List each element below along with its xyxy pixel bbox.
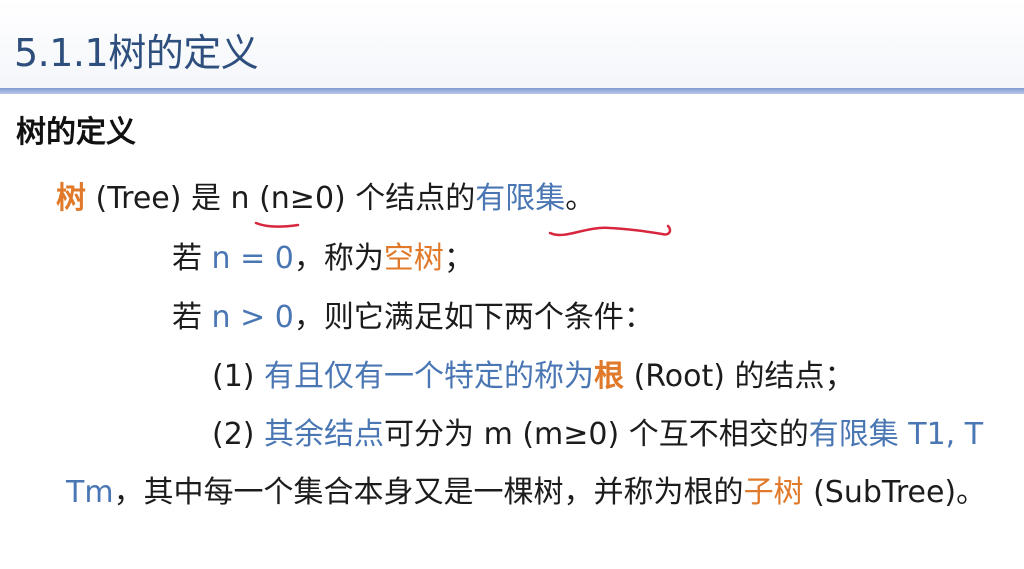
term-root: 根 bbox=[594, 359, 625, 394]
title-bar: 5.1.1树的定义 bbox=[0, 0, 1024, 88]
text: 。 bbox=[565, 181, 596, 216]
term-empty-tree: 空树 bbox=[383, 241, 444, 276]
text: (Root) 的结点； bbox=[624, 359, 855, 394]
text: (Tree) 是 bbox=[86, 181, 231, 216]
section-heading: 树的定义 bbox=[16, 115, 136, 150]
term-finite-set: 有限集 bbox=[808, 417, 899, 452]
text-tm: Tm bbox=[66, 475, 114, 510]
text: 若 bbox=[172, 300, 212, 335]
condition-empty-line: 若 n = 0，称为空树； bbox=[172, 240, 474, 278]
condition-n-zero: n = 0 bbox=[211, 241, 294, 276]
text: ，则它满足如下两个条件： bbox=[293, 300, 654, 335]
text: (SubTree)。 bbox=[803, 475, 987, 510]
text: 可分为 m (m≥0) 个互不相交的 bbox=[384, 417, 809, 452]
text: (n≥0) 个结点的 bbox=[249, 181, 476, 216]
text-remaining-nodes: 其余结点 bbox=[264, 417, 385, 452]
var-n: n bbox=[230, 181, 250, 216]
term-subtree: 子树 bbox=[743, 475, 804, 510]
term-finite-set: 有限集 bbox=[475, 181, 566, 216]
text: ，称为 bbox=[293, 241, 384, 276]
item-number: (1) bbox=[212, 359, 265, 394]
text-unique-node: 有且仅有一个特定的称为 bbox=[264, 359, 595, 394]
condition-nonempty-line: 若 n > 0，则它满足如下两个条件： bbox=[172, 299, 654, 337]
underline-finite-set bbox=[548, 224, 672, 237]
text: ，其中每一个集合本身又是一棵树，并称为根的 bbox=[113, 475, 744, 510]
underline-n bbox=[254, 221, 300, 228]
text-subsets: T1, T bbox=[898, 417, 984, 452]
slide-title: 5.1.1树的定义 bbox=[14, 31, 259, 75]
text: 若 bbox=[172, 241, 212, 276]
term-tree: 树 bbox=[56, 181, 86, 216]
title-rule bbox=[0, 88, 1024, 94]
definition-line: 树 (Tree) 是 n (n≥0) 个结点的有限集。 bbox=[56, 180, 595, 218]
condition-2-continuation: Tm，其中每一个集合本身又是一棵树，并称为根的子树 (SubTree)。 bbox=[66, 474, 986, 512]
item-number: (2) bbox=[212, 417, 265, 452]
condition-n-positive: n > 0 bbox=[211, 300, 294, 335]
condition-1-line: (1) 有且仅有一个特定的称为根 (Root) 的结点； bbox=[212, 358, 854, 396]
text: ； bbox=[443, 241, 474, 276]
condition-2-line: (2) 其余结点可分为 m (m≥0) 个互不相交的有限集 T1, T bbox=[212, 416, 983, 454]
